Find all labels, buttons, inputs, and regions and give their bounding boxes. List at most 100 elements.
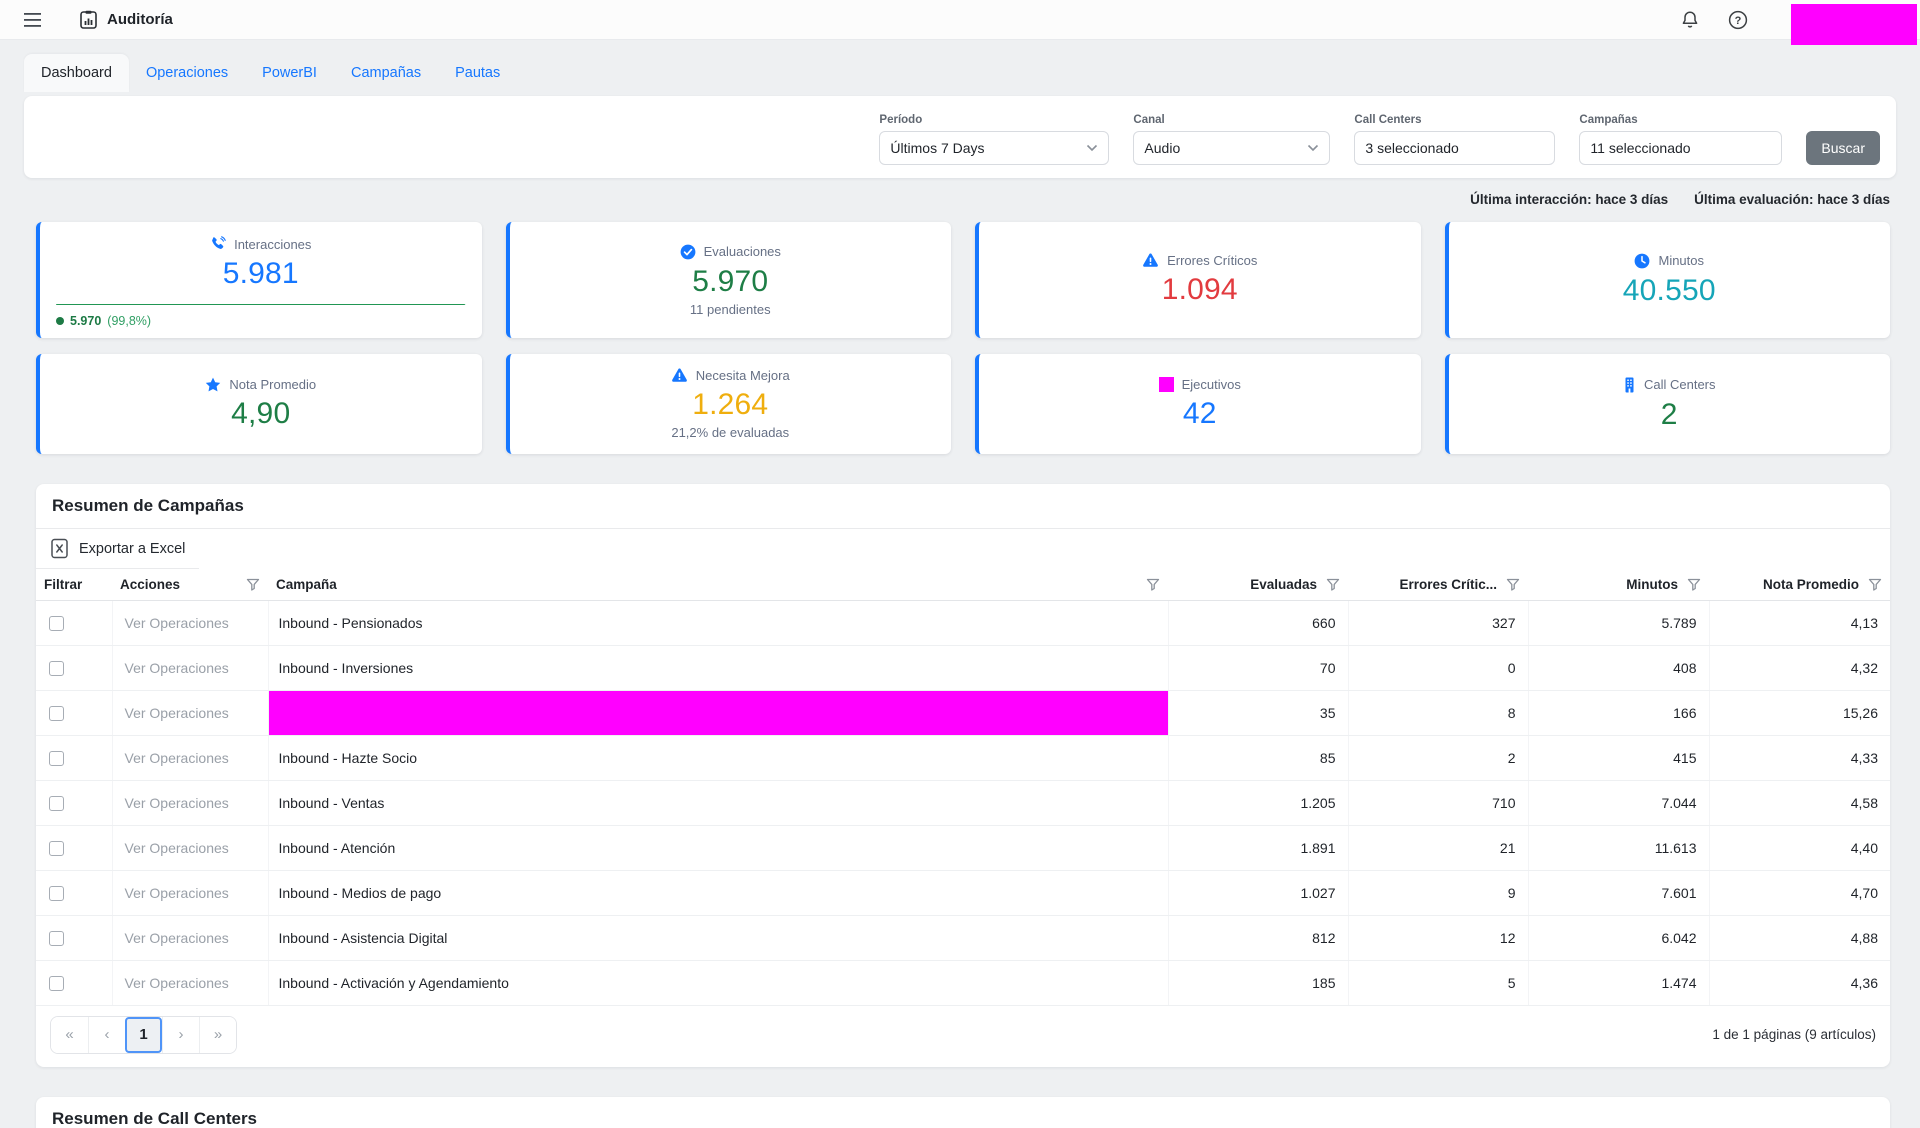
- buscar-button[interactable]: Buscar: [1806, 131, 1880, 165]
- row-checkbox[interactable]: [49, 751, 64, 766]
- app-logo: Auditoría: [80, 10, 173, 29]
- call-centers-label: Call Centers: [1354, 114, 1555, 126]
- campaign-name: Inbound - Hazte Socio: [268, 735, 1168, 780]
- notifications-bell-icon[interactable]: [1678, 8, 1702, 32]
- ver-operaciones-link[interactable]: Ver Operaciones: [121, 795, 229, 811]
- kpi-cards: Interacciones 5.981 5.970 (99,8%) Evalua…: [36, 222, 1890, 454]
- row-checkbox[interactable]: [49, 661, 64, 676]
- kpi-label: Necesita Mejora: [696, 368, 790, 383]
- kpi-label: Errores Críticos: [1167, 253, 1257, 268]
- canal-select[interactable]: Audio: [1133, 131, 1330, 165]
- kpi-value: 2: [1661, 398, 1678, 432]
- last-interaction-status: Última interacción: hace 3 días: [1470, 192, 1668, 207]
- kpi-value: 40.550: [1623, 274, 1716, 308]
- star-icon: [205, 377, 221, 392]
- filter-funnel-icon[interactable]: [1146, 578, 1160, 591]
- table-row: Ver Operaciones Inbound - Inversiones 70…: [36, 645, 1890, 690]
- col-campana: Campaña: [268, 569, 1168, 600]
- ver-operaciones-link[interactable]: Ver Operaciones: [121, 705, 229, 721]
- campaign-name: Inbound - Inversiones: [268, 645, 1168, 690]
- progress-fill: [56, 304, 465, 305]
- pager-summary: 1 de 1 páginas (9 artículos): [1712, 1027, 1876, 1042]
- campaign-name: Inbound - Asistencia Digital: [268, 915, 1168, 960]
- filter-bar: Período Últimos 7 Days Canal Audio Call …: [24, 96, 1896, 178]
- kpi-ejecutivos: Ejecutivos 42: [975, 354, 1421, 454]
- filter-funnel-icon[interactable]: [1687, 578, 1701, 591]
- ver-operaciones-link[interactable]: Ver Operaciones: [121, 750, 229, 766]
- green-dot-icon: [56, 317, 64, 325]
- next-page-button[interactable]: ›: [162, 1017, 199, 1053]
- ver-operaciones-link[interactable]: Ver Operaciones: [121, 660, 229, 676]
- progress-bar: [56, 304, 466, 305]
- kpi-errores-criticos: Errores Críticos 1.094: [975, 222, 1421, 338]
- row-checkbox[interactable]: [49, 841, 64, 856]
- col-nota: Nota Promedio: [1709, 569, 1890, 600]
- kpi-value: 42: [1183, 397, 1217, 431]
- ver-operaciones-link[interactable]: Ver Operaciones: [121, 615, 229, 631]
- kpi-label: Call Centers: [1644, 377, 1716, 392]
- pagination-bar: « ‹ 1 › » 1 de 1 páginas (9 artículos): [36, 1006, 1890, 1067]
- ver-operaciones-link[interactable]: Ver Operaciones: [121, 840, 229, 856]
- kpi-value: 5.970: [692, 265, 768, 299]
- kpi-subtitle: 11 pendientes: [690, 302, 771, 317]
- campanas-label: Campañas: [1579, 114, 1782, 126]
- row-checkbox[interactable]: [49, 616, 64, 631]
- kpi-value: 1.094: [1162, 273, 1238, 307]
- row-checkbox[interactable]: [49, 796, 64, 811]
- campaigns-panel: Resumen de Campañas Exportar a Excel Fil…: [36, 484, 1890, 1067]
- periodo-select[interactable]: Últimos 7 Days: [879, 131, 1109, 165]
- export-excel-button[interactable]: Exportar a Excel: [36, 529, 199, 569]
- campaign-name-redacted: [268, 690, 1168, 735]
- help-icon[interactable]: ?: [1726, 8, 1750, 32]
- periodo-label: Período: [879, 114, 1109, 126]
- table-row: Ver Operaciones Inbound - Atención 1.891…: [36, 825, 1890, 870]
- row-checkbox[interactable]: [49, 931, 64, 946]
- ver-operaciones-link[interactable]: Ver Operaciones: [121, 930, 229, 946]
- tab-dashboard[interactable]: Dashboard: [24, 54, 129, 92]
- ver-operaciones-link[interactable]: Ver Operaciones: [121, 885, 229, 901]
- page-1-button[interactable]: 1: [125, 1017, 162, 1053]
- tab-operaciones[interactable]: Operaciones: [129, 54, 245, 92]
- campaign-name: Inbound - Pensionados: [268, 600, 1168, 645]
- row-checkbox[interactable]: [49, 706, 64, 721]
- kpi-label: Nota Promedio: [229, 377, 316, 392]
- call-centers-input[interactable]: 3 seleccionado: [1354, 131, 1555, 165]
- tab-pautas[interactable]: Pautas: [438, 54, 517, 92]
- row-checkbox[interactable]: [49, 976, 64, 991]
- col-minutos: Minutos: [1528, 569, 1709, 600]
- clipboard-chart-icon: [80, 10, 97, 29]
- col-acciones: Acciones: [112, 569, 268, 600]
- campaigns-table: Filtrar Acciones Campaña Evaluadas Error…: [36, 569, 1890, 1006]
- ver-operaciones-link[interactable]: Ver Operaciones: [121, 975, 229, 991]
- row-checkbox[interactable]: [49, 886, 64, 901]
- tab-powerbi[interactable]: PowerBI: [245, 54, 334, 92]
- kpi-value: 4,90: [231, 397, 290, 431]
- check-circle-icon: [680, 244, 696, 260]
- filter-funnel-icon[interactable]: [1868, 578, 1882, 591]
- campaign-name: Inbound - Activación y Agendamiento: [268, 960, 1168, 1005]
- filter-funnel-icon[interactable]: [1326, 578, 1340, 591]
- campaigns-title: Resumen de Campañas: [36, 484, 1890, 529]
- filter-funnel-icon[interactable]: [246, 578, 260, 591]
- tab-campanas[interactable]: Campañas: [334, 54, 438, 92]
- hamburger-menu-icon[interactable]: [20, 8, 44, 32]
- last-page-button[interactable]: »: [199, 1017, 236, 1053]
- chevron-down-icon: [1086, 144, 1098, 152]
- col-evaluadas: Evaluadas: [1168, 569, 1348, 600]
- kpi-call-centers: Call Centers 2: [1445, 354, 1891, 454]
- col-errores: Errores Crític...: [1348, 569, 1528, 600]
- clock-icon: [1634, 253, 1650, 269]
- redacted-icon: [1159, 377, 1174, 392]
- first-page-button[interactable]: «: [51, 1017, 88, 1053]
- prev-page-button[interactable]: ‹: [88, 1017, 125, 1053]
- svg-text:?: ?: [1735, 15, 1742, 27]
- kpi-label: Interacciones: [234, 237, 311, 252]
- campanas-input[interactable]: 11 seleccionado: [1579, 131, 1782, 165]
- page-title: Auditoría: [107, 11, 173, 28]
- progress-caption: 5.970 (99,8%): [56, 314, 466, 328]
- filter-funnel-icon[interactable]: [1506, 578, 1520, 591]
- redacted-user-area[interactable]: [1791, 4, 1917, 45]
- warning-triangle-icon: [671, 368, 688, 383]
- canal-label: Canal: [1133, 114, 1330, 126]
- table-row: Ver Operaciones Inbound - Medios de pago…: [36, 870, 1890, 915]
